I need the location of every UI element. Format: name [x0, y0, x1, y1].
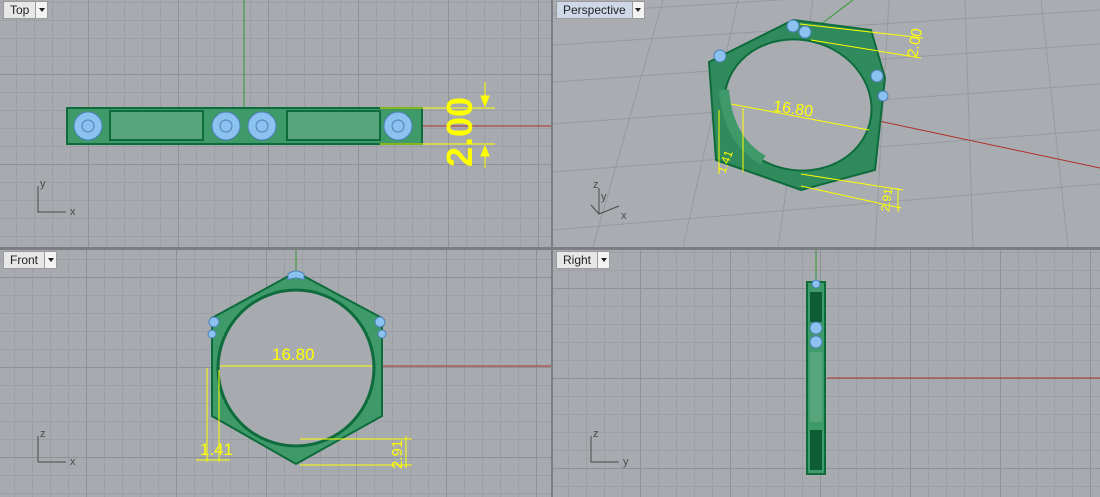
- svg-text:x: x: [70, 456, 76, 468]
- viewport-tab-top[interactable]: Top: [3, 1, 49, 19]
- svg-text:z: z: [593, 179, 599, 191]
- svg-text:z: z: [40, 428, 46, 440]
- front-view-scene: 16.80 1.41 2.91 z x: [37, 250, 551, 469]
- dimension-flat-label: 2.91: [878, 187, 895, 212]
- viewport-tab-label: Top: [10, 3, 30, 17]
- dimension-diameter-label: 16.80: [272, 345, 315, 364]
- dropdown-arrow-icon[interactable]: [631, 2, 644, 18]
- ring-right-profile[interactable]: [806, 279, 826, 475]
- viewport-front[interactable]: Front 16.80 1.41 2.91 z x: [0, 250, 551, 497]
- viewport-perspective[interactable]: Perspective 16.80 2.00 1.41 2.91 z y x: [553, 0, 1100, 247]
- svg-text:x: x: [621, 210, 627, 222]
- axis-indicator-top: y x: [37, 178, 76, 218]
- axis-indicator-front: z x: [37, 428, 76, 468]
- dimension-width-label: 2.00: [904, 27, 926, 59]
- dimension-width-label: 2.00: [439, 97, 480, 167]
- viewport-tab-label: Front: [10, 253, 39, 267]
- axis-indicator-perspective: z y x: [590, 179, 627, 222]
- dropdown-arrow-icon[interactable]: [35, 2, 48, 18]
- perspective-view-scene: 16.80 2.00 1.41 2.91 z y x: [553, 0, 1100, 247]
- svg-text:z: z: [593, 428, 599, 440]
- dimension-thickness-label: 1.41: [200, 440, 233, 459]
- viewport-right[interactable]: Right z y: [553, 250, 1100, 497]
- dropdown-arrow-icon[interactable]: [597, 252, 610, 268]
- viewport-tab-perspective[interactable]: Perspective: [556, 1, 645, 19]
- svg-text:y: y: [601, 191, 607, 203]
- viewport-tab-label: Right: [563, 253, 592, 267]
- svg-text:y: y: [623, 456, 629, 468]
- axis-indicator-right: z y: [590, 428, 629, 468]
- top-view-scene: 2.00 y x: [37, 0, 551, 218]
- viewport-tab-front[interactable]: Front: [3, 251, 58, 269]
- right-view-scene: z y: [590, 250, 1100, 475]
- dropdown-arrow-icon[interactable]: [44, 252, 57, 268]
- viewport-tab-label: Perspective: [563, 3, 626, 17]
- svg-text:x: x: [70, 206, 76, 218]
- dimension-flat-label: 2.91: [389, 440, 406, 469]
- svg-text:y: y: [40, 178, 46, 190]
- viewport-top[interactable]: Top 2.00 y x: [0, 0, 551, 247]
- ring-front-profile[interactable]: [207, 270, 387, 466]
- viewport-tab-right[interactable]: Right: [556, 251, 611, 269]
- ring-top-profile[interactable]: [66, 107, 423, 145]
